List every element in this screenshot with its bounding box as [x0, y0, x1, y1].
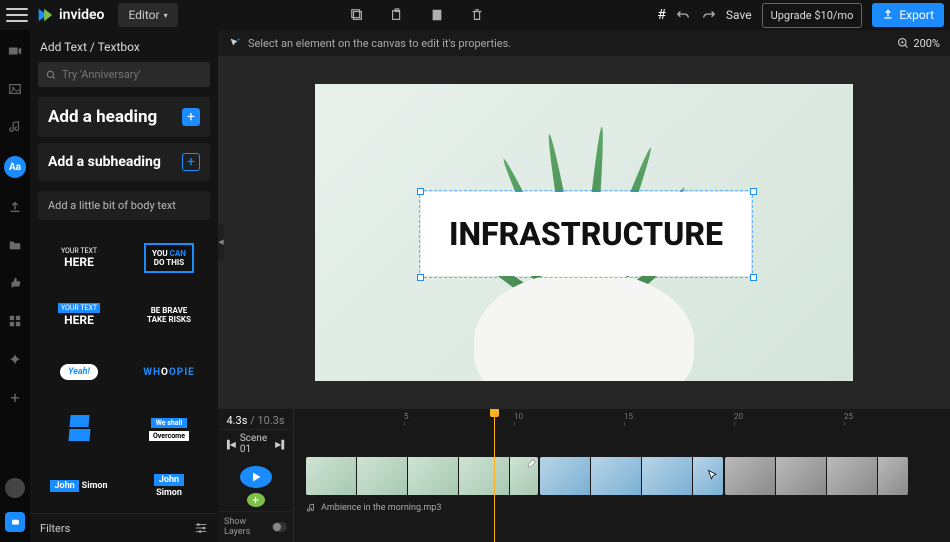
text-preset[interactable]: YOUR TEXTHERE — [40, 293, 118, 337]
play-icon — [250, 471, 262, 483]
filters-label[interactable]: Filters — [40, 522, 70, 535]
logo-mark-icon — [36, 6, 54, 24]
zoom-value: 200% — [913, 37, 940, 50]
upgrade-button[interactable]: Upgrade $10/mo — [762, 3, 863, 28]
rail-add-icon[interactable]: + — [6, 388, 24, 406]
redo-icon[interactable] — [702, 8, 716, 22]
clip[interactable] — [725, 457, 908, 495]
text-preset[interactable]: We shallOvercome — [130, 407, 208, 451]
zoom-control[interactable]: 200% — [897, 37, 940, 50]
paste-icon[interactable] — [430, 8, 444, 22]
clip[interactable] — [306, 457, 538, 495]
text-preset[interactable]: WHOOPIE — [130, 350, 208, 394]
sidebar-title: Add Text / Textbox — [30, 30, 218, 62]
rail-upload-icon[interactable] — [6, 198, 24, 216]
timeline-clips[interactable] — [306, 457, 950, 495]
canvas-hint: Select an element on the canvas to edit … — [248, 37, 511, 50]
scene-label: Scene 01 — [240, 433, 271, 455]
text-preset[interactable] — [40, 407, 118, 451]
text-preset[interactable]: JohnSimon — [40, 464, 118, 508]
zoom-icon — [897, 37, 909, 49]
scene-selector[interactable]: ▐◀ Scene 01 ▶▌ — [218, 429, 293, 458]
editor-dropdown-label: Editor — [128, 8, 159, 22]
add-heading-button[interactable]: Add a heading + — [38, 97, 210, 137]
add-scene-button[interactable]: + — [247, 493, 265, 507]
export-icon — [882, 9, 894, 21]
brand-name: invideo — [59, 7, 104, 23]
plus-outline-icon[interactable]: + — [182, 153, 200, 171]
trash-icon[interactable] — [470, 8, 484, 22]
editor-dropdown[interactable]: Editor ▾ — [118, 3, 177, 27]
rail-like-icon[interactable] — [6, 274, 24, 292]
heading-label: Add a heading — [48, 107, 157, 127]
rail-folder-icon[interactable] — [6, 236, 24, 254]
cursor-icon — [707, 469, 719, 481]
audio-label: Ambience in the morning.mp3 — [321, 503, 441, 513]
show-layers-toggle[interactable]: Show Layers — [218, 511, 293, 542]
canvas-frame[interactable]: INFRASTRUCTURE — [315, 84, 853, 381]
export-button[interactable]: Export — [872, 3, 944, 27]
text-preset[interactable]: YOUR TEXTHERE — [40, 236, 118, 280]
toggle-icon — [272, 522, 287, 532]
menu-icon[interactable] — [6, 4, 28, 26]
clipboard-icon[interactable] — [390, 8, 404, 22]
canvas-text-content: INFRASTRUCTURE — [449, 215, 723, 253]
search-icon — [46, 69, 56, 81]
rail-image-icon[interactable] — [6, 80, 24, 98]
plus-icon[interactable]: + — [182, 108, 200, 126]
music-note-icon — [306, 503, 316, 513]
text-preset[interactable]: YOU CANDO THIS — [130, 236, 208, 280]
canvas-text-element[interactable]: INFRASTRUCTURE — [421, 192, 751, 276]
selection-handle[interactable] — [417, 274, 424, 281]
selection-handle[interactable] — [750, 188, 757, 195]
save-button[interactable]: Save — [726, 8, 752, 22]
add-body-text-button[interactable]: Add a little bit of body text — [38, 191, 210, 220]
copy-icon[interactable] — [350, 8, 364, 22]
subheading-label: Add a subheading — [48, 154, 161, 170]
collapse-sidebar-icon[interactable]: ◀ — [218, 224, 224, 260]
rail-music-icon[interactable] — [6, 118, 24, 136]
undo-icon[interactable] — [676, 8, 690, 22]
rail-video-icon[interactable] — [6, 42, 24, 60]
selection-handle[interactable] — [417, 188, 424, 195]
search-input[interactable] — [62, 68, 202, 81]
timeline-ruler[interactable]: 5 10 15 20 25 — [294, 409, 950, 427]
text-preset[interactable]: BE BRAVETAKE RISKS — [130, 293, 208, 337]
filters-icon[interactable] — [194, 521, 208, 535]
edit-clip-icon[interactable] — [526, 459, 536, 469]
rail-apps-icon[interactable] — [6, 312, 24, 330]
brand-logo[interactable]: invideo — [36, 6, 104, 24]
playhead[interactable] — [494, 409, 495, 542]
export-label: Export — [899, 8, 934, 22]
timeline-time: 4.3s / 10.3s — [218, 409, 293, 429]
selection-handle[interactable] — [750, 274, 757, 281]
add-subheading-button[interactable]: Add a subheading + — [38, 143, 210, 181]
rail-enhance-icon[interactable]: ✦ — [6, 350, 24, 368]
help-button[interactable] — [5, 512, 25, 532]
grid-icon[interactable]: # — [657, 7, 666, 23]
text-preset[interactable]: Yeah! — [40, 350, 118, 394]
search-input-wrap[interactable] — [38, 62, 210, 87]
clip[interactable] — [540, 457, 723, 495]
audio-track[interactable]: Ambience in the morning.mp3 — [306, 503, 441, 513]
play-button[interactable] — [240, 466, 272, 488]
chevron-down-icon: ▾ — [164, 11, 168, 20]
rail-text-icon[interactable]: Aa — [4, 156, 26, 178]
user-avatar[interactable] — [5, 478, 25, 498]
cursor-sparkle-icon — [228, 36, 242, 50]
text-preset[interactable]: JohnSimon — [130, 464, 208, 508]
